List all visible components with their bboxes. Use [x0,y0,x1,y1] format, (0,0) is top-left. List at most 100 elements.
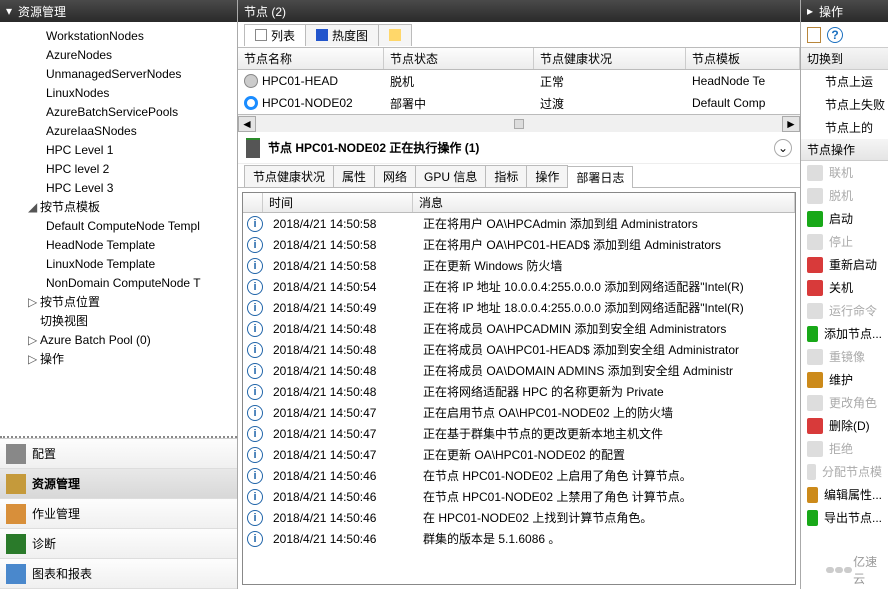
col-msg[interactable]: 消息 [413,193,795,212]
action-item[interactable]: 启动 [801,207,888,230]
scroll-track[interactable] [256,119,782,129]
tree-item[interactable]: AzureBatchServicePools [0,102,237,121]
log-msg: 正在将成员 OA\HPCADMIN 添加到安全组 Administrators [417,320,795,337]
log-row[interactable]: i2018/4/21 14:50:46在节点 HPC01-NODE02 上启用了… [243,465,795,486]
log-row[interactable]: i2018/4/21 14:50:49正在将 IP 地址 18.0.0.4:25… [243,297,795,318]
col-time[interactable]: 时间 [263,193,413,212]
nav-icon [6,474,26,494]
scroll-thumb[interactable] [514,119,524,129]
detail-tab[interactable]: 节点健康状况 [244,165,334,187]
action-item[interactable]: 维护 [801,368,888,391]
tree-group[interactable]: ▷按节点位置 [0,292,237,311]
action-item[interactable]: 重新启动 [801,253,888,276]
tree-item[interactable]: LinuxNodes [0,83,237,102]
cell-template: HeadNode Te [686,74,800,88]
tree-item[interactable]: HPC Level 3 [0,178,237,197]
switch-item[interactable]: 节点上失败 [801,93,888,116]
help-icon[interactable]: ? [827,27,843,43]
nav-item[interactable]: 诊断 [0,529,237,559]
log-row[interactable]: i2018/4/21 14:50:46群集的版本是 5.1.6086 。 [243,528,795,549]
tree-item[interactable]: HPC Level 1 [0,140,237,159]
col-node-state[interactable]: 节点状态 [384,48,534,69]
action-item[interactable]: 关机 [801,276,888,299]
action-label: 运行命令 [829,302,877,319]
tree-group[interactable]: 切换视图 [0,311,237,330]
col-node-health[interactable]: 节点健康状况 [534,48,686,69]
detail-tab[interactable]: 属性 [333,165,375,187]
log-row[interactable]: i2018/4/21 14:50:58正在将用户 OA\HPCAdmin 添加到… [243,213,795,234]
action-icon [807,418,823,434]
tree-item[interactable]: HeadNode Template [0,235,237,254]
clipboard-icon[interactable] [807,27,821,43]
nav-item[interactable]: 图表和报表 [0,559,237,589]
log-row[interactable]: i2018/4/21 14:50:54正在将 IP 地址 10.0.0.4:25… [243,276,795,297]
tri-right-icon: ▷ [28,352,40,366]
col-node-template[interactable]: 节点模板 [686,48,800,69]
log-row[interactable]: i2018/4/21 14:50:46在 HPC01-NODE02 上找到计算节… [243,507,795,528]
col-icon[interactable] [243,193,263,212]
switch-item[interactable]: 节点上的 [801,116,888,139]
detail-tab[interactable]: 网络 [374,165,416,187]
log-row[interactable]: i2018/4/21 14:50:46在节点 HPC01-NODE02 上禁用了… [243,486,795,507]
tree-item[interactable]: WorkstationNodes [0,26,237,45]
log-body[interactable]: i2018/4/21 14:50:58正在将用户 OA\HPCAdmin 添加到… [243,213,795,584]
action-icon [807,464,816,480]
tree-item[interactable]: AzureIaaSNodes [0,121,237,140]
log-row[interactable]: i2018/4/21 14:50:48正在将成员 OA\HPC01-HEAD$ … [243,339,795,360]
action-label: 删除(D) [829,417,870,434]
action-item[interactable]: 删除(D) [801,414,888,437]
action-item: 运行命令 [801,299,888,322]
table-row[interactable]: HPC01-NODE02部署中过渡Default Comp [238,92,800,114]
scroll-left-icon[interactable]: ◄ [238,116,256,132]
log-msg: 正在将成员 OA\HPC01-HEAD$ 添加到安全组 Administrato… [417,341,795,358]
action-item[interactable]: 添加节点... [801,322,888,345]
info-icon: i [247,300,263,316]
nav-item[interactable]: 资源管理 [0,469,237,499]
tab-new[interactable] [378,24,412,46]
log-row[interactable]: i2018/4/21 14:50:48正在将成员 OA\HPCADMIN 添加到… [243,318,795,339]
list-icon [255,29,267,41]
info-icon: i [247,405,263,421]
tab-heatmap[interactable]: 热度图 [305,24,379,46]
tree-item[interactable]: NonDomain ComputeNode T [0,273,237,292]
log-row[interactable]: i2018/4/21 14:50:48正在将网络适配器 HPC 的名称更新为 P… [243,381,795,402]
chevron-down-icon[interactable]: ▾ [6,4,12,18]
chevron-right-icon[interactable]: ▸ [807,4,813,18]
switch-item[interactable]: 节点上运 [801,70,888,93]
log-row[interactable]: i2018/4/21 14:50:47正在更新 OA\HPC01-NODE02 … [243,444,795,465]
nav-item[interactable]: 配置 [0,439,237,469]
tree-group[interactable]: ▷Azure Batch Pool (0) [0,330,237,349]
action-icon [807,395,823,411]
tree-group[interactable]: ▷操作 [0,349,237,368]
detail-tab[interactable]: 指标 [485,165,527,187]
tree-group-label: 操作 [40,350,64,367]
table-row[interactable]: HPC01-HEAD脱机正常HeadNode Te [238,70,800,92]
h-scrollbar[interactable]: ◄ ► [238,114,800,132]
collapse-icon[interactable]: ⌄ [774,139,792,157]
tree-group[interactable]: ◢按节点模板 [0,197,237,216]
nav-label: 诊断 [32,535,56,552]
action-item[interactable]: 导出节点... [801,506,888,529]
nav-item[interactable]: 作业管理 [0,499,237,529]
tree-item[interactable]: HPC level 2 [0,159,237,178]
col-node-name[interactable]: 节点名称 [238,48,384,69]
tree-item[interactable]: Default ComputeNode Templ [0,216,237,235]
log-row[interactable]: i2018/4/21 14:50:48正在将成员 OA\DOMAIN ADMIN… [243,360,795,381]
node-ops-header: 节点操作 [801,139,888,161]
tree-item[interactable]: AzureNodes [0,45,237,64]
detail-tab[interactable]: 部署日志 [567,166,633,188]
detail-tab[interactable]: 操作 [526,165,568,187]
action-label: 添加节点... [824,325,882,342]
tree-item[interactable]: LinuxNode Template [0,254,237,273]
action-item[interactable]: 编辑属性... [801,483,888,506]
log-row[interactable]: i2018/4/21 14:50:58正在更新 Windows 防火墙 [243,255,795,276]
scroll-right-icon[interactable]: ► [782,116,800,132]
log-row[interactable]: i2018/4/21 14:50:47正在启用节点 OA\HPC01-NODE0… [243,402,795,423]
tab-list[interactable]: 列表 [244,24,306,46]
action-label: 关机 [829,279,853,296]
log-row[interactable]: i2018/4/21 14:50:58正在将用户 OA\HPC01-HEAD$ … [243,234,795,255]
log-row[interactable]: i2018/4/21 14:50:47正在基于群集中节点的更改更新本地主机文件 [243,423,795,444]
log-time: 2018/4/21 14:50:48 [267,364,417,378]
detail-tab[interactable]: GPU 信息 [415,165,486,187]
tree-item[interactable]: UnmanagedServerNodes [0,64,237,83]
